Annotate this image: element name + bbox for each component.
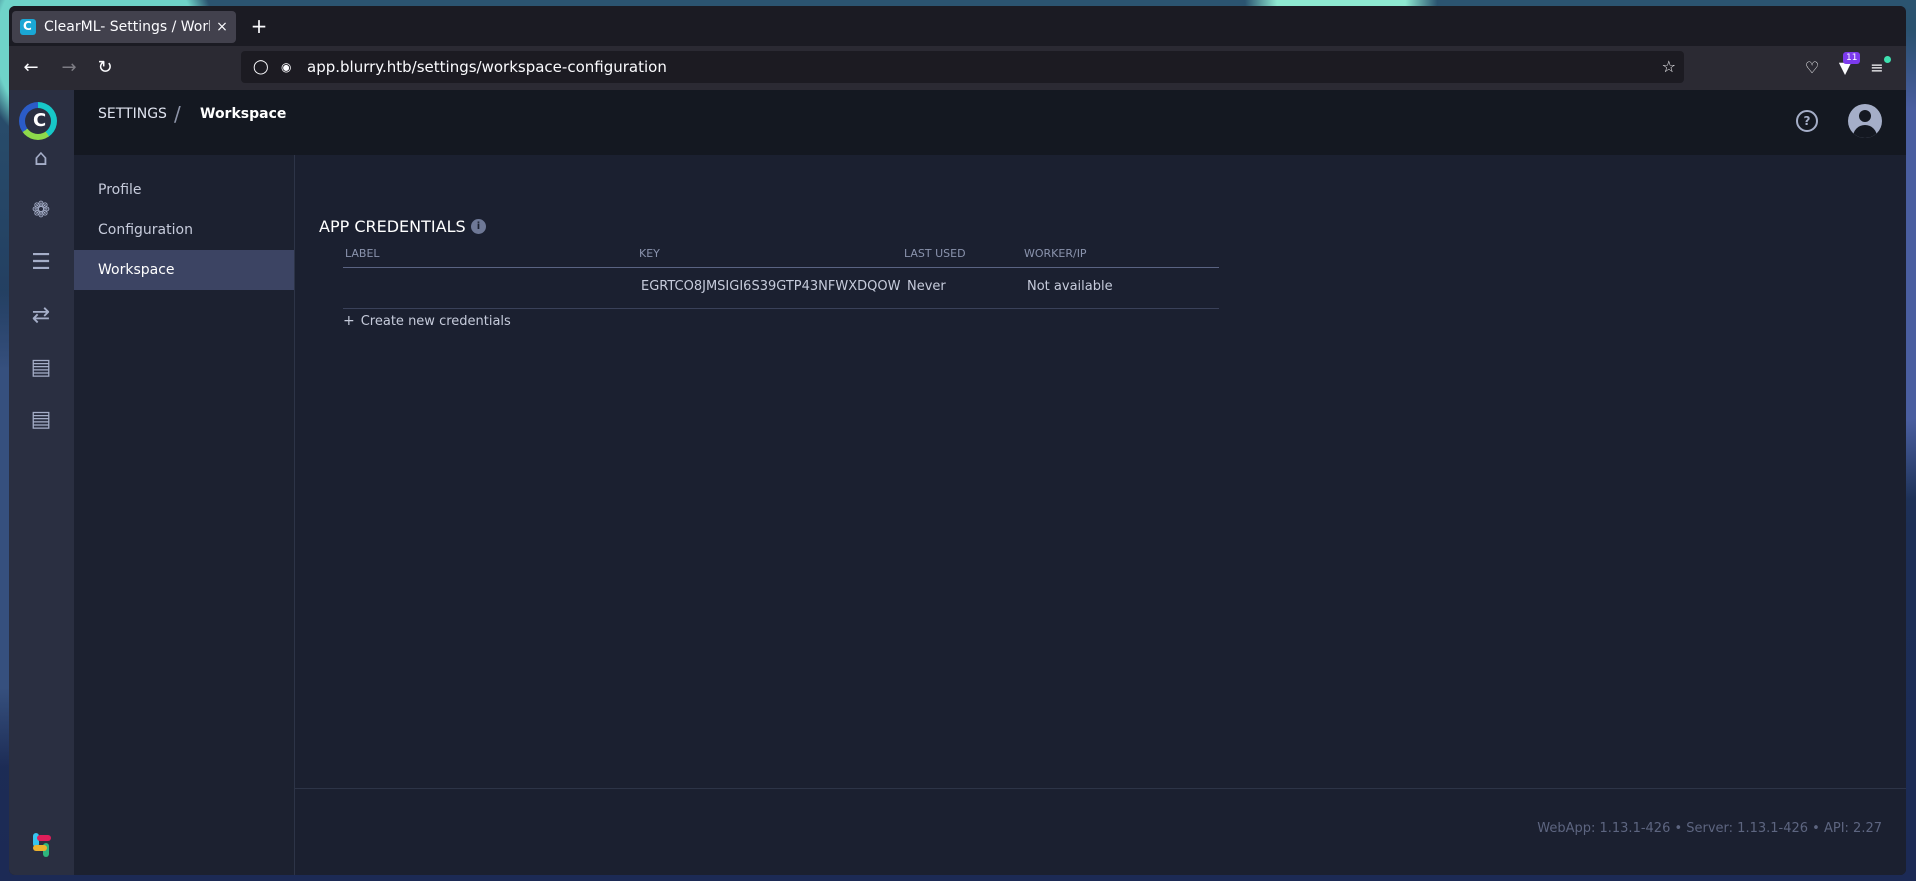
user-avatar-icon[interactable] <box>1848 104 1882 138</box>
reload-button[interactable]: ↻ <box>93 56 117 80</box>
reports-icon[interactable]: ▤ <box>26 353 56 383</box>
shield-icon[interactable]: ◯ <box>253 59 269 75</box>
cell-worker-ip: Not available <box>1027 279 1113 294</box>
menu-item-configuration[interactable]: Configuration <box>74 210 294 250</box>
pocket-icon[interactable]: ♡ <box>1800 56 1824 80</box>
left-nav: C ⌂ ❁ ☰ ⇄ ▤ ▤ <box>9 90 74 875</box>
footer-divider <box>295 788 1906 789</box>
brain-icon[interactable]: ❁ <box>26 196 56 226</box>
clearml-favicon-icon <box>20 19 36 35</box>
clearml-app: C ⌂ ❁ ☰ ⇄ ▤ ▤ SETTINGS / Workspace ? Pro… <box>9 90 1906 875</box>
pipelines-icon[interactable]: ⇄ <box>26 301 56 331</box>
breadcrumb-separator: / <box>174 102 181 126</box>
info-icon[interactable]: i <box>471 219 486 234</box>
column-header-key: KEY <box>639 247 660 260</box>
settings-menu: Profile Configuration Workspace <box>74 155 295 875</box>
breadcrumb-settings[interactable]: SETTINGS <box>98 106 167 122</box>
cell-last-used: Never <box>907 279 946 294</box>
app-header: SETTINGS / Workspace ? <box>74 90 1906 155</box>
forward-button[interactable]: → <box>57 56 81 80</box>
slack-icon[interactable] <box>29 833 53 857</box>
extension-badge: 11 <box>1843 52 1861 64</box>
new-tab-button[interactable]: + <box>247 14 271 38</box>
workers-icon[interactable]: ▤ <box>26 405 56 435</box>
column-header-label: LABEL <box>345 247 380 260</box>
workspace-content: APP CREDENTIALS i LABEL KEY LAST USED WO… <box>295 155 1906 875</box>
table-row-divider <box>343 308 1219 309</box>
lock-icon[interactable]: ◉ <box>281 60 295 74</box>
layers-icon[interactable]: ☰ <box>26 248 56 278</box>
menu-icon[interactable]: ≡ <box>1865 56 1891 80</box>
browser-navbar: ← → ↻ ◯ ◉ app.blurry.htb/settings/worksp… <box>9 46 1906 90</box>
table-header-divider <box>343 267 1219 268</box>
menu-item-workspace[interactable]: Workspace <box>74 250 294 290</box>
browser-tab[interactable]: ClearML- Settings / Workspace × <box>12 11 236 43</box>
home-icon[interactable]: ⌂ <box>26 144 56 174</box>
column-header-worker-ip: WORKER/IP <box>1024 247 1087 260</box>
clearml-logo[interactable]: C <box>19 102 57 140</box>
section-title: APP CREDENTIALS <box>319 217 466 236</box>
menu-item-profile[interactable]: Profile <box>74 170 294 210</box>
url-bar[interactable]: ◯ ◉ app.blurry.htb/settings/workspace-co… <box>241 51 1684 83</box>
create-credentials-button[interactable]: + Create new credentials <box>343 313 511 329</box>
tab-close-button[interactable]: × <box>214 19 230 35</box>
column-header-last-used: LAST USED <box>904 247 966 260</box>
back-button[interactable]: ← <box>19 56 43 80</box>
logo-mark: C <box>33 110 47 131</box>
update-dot <box>1884 56 1891 63</box>
plus-icon: + <box>343 313 355 329</box>
cell-key: EGRTCO8JMSIGI6S39GTP43NFWXDQOW <box>641 279 901 294</box>
url-text[interactable]: app.blurry.htb/settings/workspace-config… <box>307 58 667 76</box>
tab-strip: ClearML- Settings / Workspace × + <box>9 6 1906 46</box>
bookmark-star-icon[interactable]: ☆ <box>1662 57 1676 76</box>
help-icon[interactable]: ? <box>1796 110 1818 132</box>
tab-title: ClearML- Settings / Workspace <box>44 19 210 35</box>
browser-window: ClearML- Settings / Workspace × + ← → ↻ … <box>9 6 1906 875</box>
version-info: WebApp: 1.13.1-426 • Server: 1.13.1-426 … <box>1537 821 1882 836</box>
breadcrumb-workspace: Workspace <box>200 106 287 122</box>
extension-icon[interactable]: ▼ 11 <box>1833 52 1861 80</box>
create-credentials-label: Create new credentials <box>360 313 511 329</box>
